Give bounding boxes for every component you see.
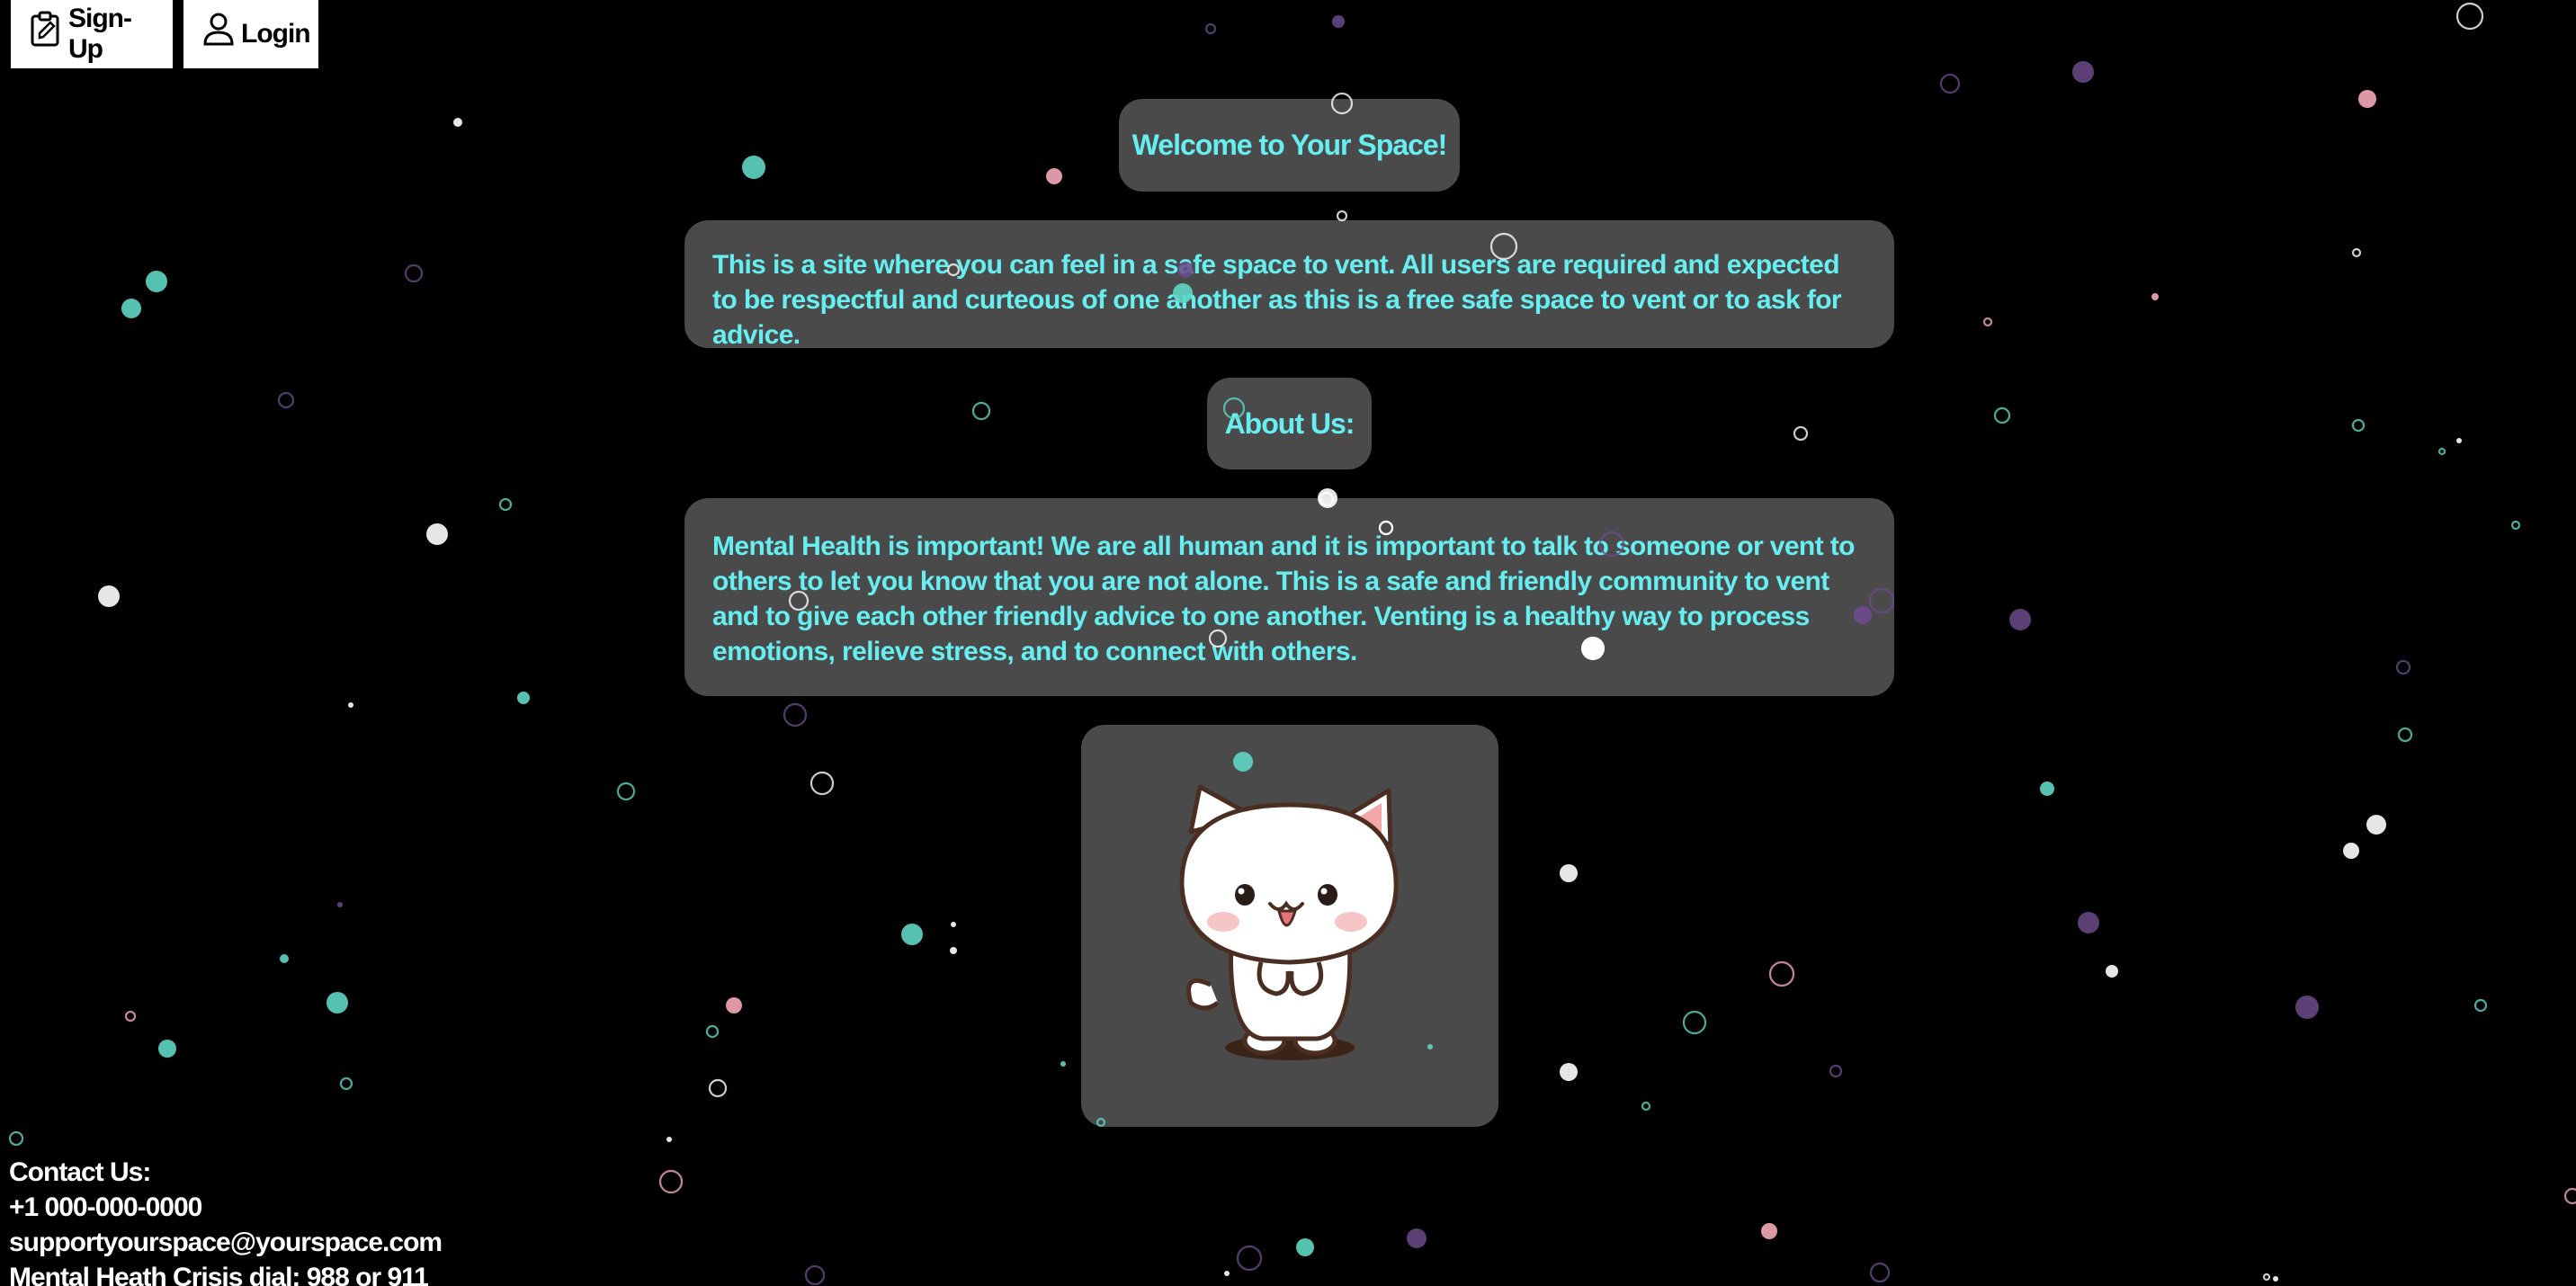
welcome-panel: Welcome to Your Space! [1119,99,1460,192]
signup-label: Sign-Up [68,4,132,64]
contact-crisis-line: Mental Heath Crisis dial: 988 or 911 [9,1263,429,1286]
login-button[interactable]: Login [183,0,318,68]
login-label: Login [241,19,311,49]
intro-text: This is a site where you can feel in a s… [712,250,1842,350]
mission-text: Mental Health is important! We are all h… [712,531,1855,666]
contact-phone: +1 000-000-0000 [9,1192,202,1222]
page-background: Sign-Up Login Welcome to Your Space! Thi… [0,0,2576,1286]
cat-mascot-icon [1179,784,1399,1060]
welcome-title: Welcome to Your Space! [1131,129,1448,161]
mission-panel: Mental Health is important! We are all h… [684,498,1894,696]
user-icon [201,11,236,47]
contact-heading: Contact Us: [9,1157,151,1187]
contact-email: supportyourspace@yourspace.com [9,1228,443,1257]
mascot-panel [1081,725,1498,1127]
top-nav: Sign-Up Login [11,0,318,68]
intro-panel: This is a site where you can feel in a s… [684,220,1894,350]
clipboard-edit-icon [29,11,63,47]
signup-button[interactable]: Sign-Up [11,0,173,68]
about-title: About Us: [1224,406,1355,440]
contact-section: Contact Us: +1 000-000-0000 supportyours… [9,1155,443,1286]
about-panel: About Us: [1207,378,1372,469]
